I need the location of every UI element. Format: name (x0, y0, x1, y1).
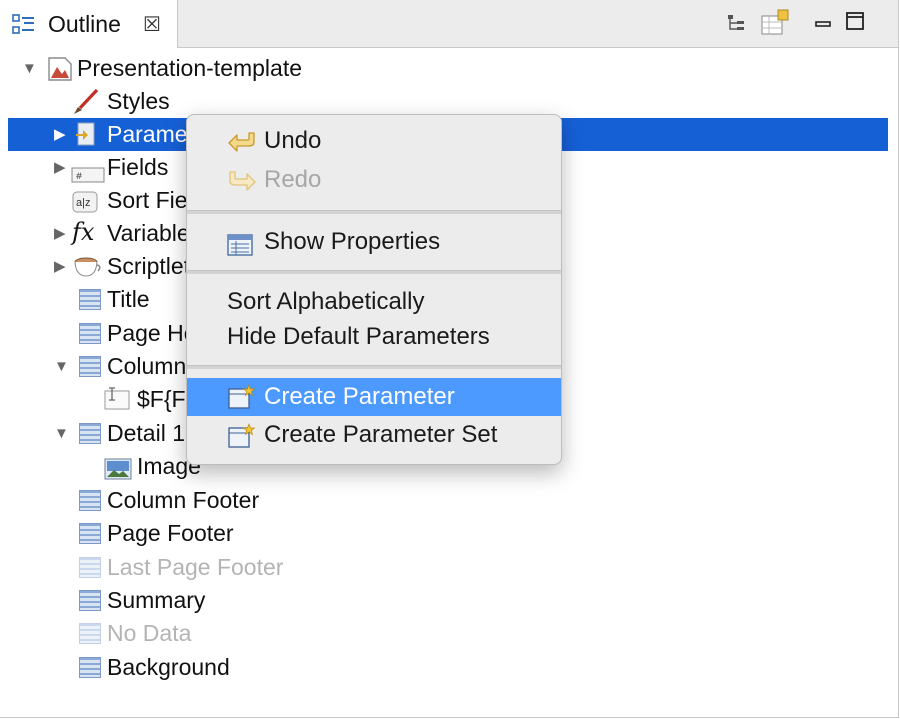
tab-outline[interactable]: Outline ☒ (0, 0, 178, 48)
tab-title: Outline (48, 11, 121, 37)
tree-item-column-footer[interactable]: Column Footer (8, 484, 888, 517)
menu-separator (187, 210, 561, 214)
menu-item-hide-default-parameters[interactable]: Hide Default Parameters (187, 319, 561, 355)
maximize-icon[interactable] (846, 12, 864, 35)
tree-item-page-footer[interactable]: Page Footer (8, 517, 888, 550)
menu-item-label: Create Parameter Set (264, 421, 498, 448)
band-icon (76, 521, 102, 545)
menu-item-create-parameter-set[interactable]: Create Parameter Set (187, 417, 561, 453)
band-icon (76, 354, 102, 378)
tree-item-label: Summary (107, 587, 206, 613)
expand-toggle-icon[interactable]: ▼ (54, 417, 69, 450)
context-menu: Undo Redo Show Properties Sort Alphabeti… (186, 114, 562, 465)
properties-icon (227, 231, 253, 267)
tree-item-label: Styles (107, 88, 170, 114)
tree-item-summary[interactable]: Summary (8, 584, 888, 617)
expand-toggle-icon[interactable]: ▼ (54, 350, 69, 383)
menu-item-label: Redo (264, 166, 322, 193)
band-icon (76, 555, 102, 579)
tree-layout-icon[interactable] (727, 13, 747, 38)
tree-item-label: Detail 1 (107, 420, 185, 446)
undo-icon (227, 129, 257, 165)
expand-toggle-icon[interactable]: ▶ (54, 151, 66, 184)
view-tab-bar: Outline ☒ (0, 0, 898, 48)
band-icon (76, 488, 102, 512)
band-icon (76, 421, 102, 445)
new-parameter-set-icon (227, 423, 256, 460)
tree-item-last-page-footer[interactable]: Last Page Footer (8, 551, 888, 584)
menu-item-redo[interactable]: Redo (187, 162, 561, 198)
svg-text:#: # (76, 172, 82, 183)
band-icon (76, 655, 102, 679)
menu-item-label: Show Properties (264, 228, 441, 255)
expand-toggle-icon[interactable]: ▶ (54, 250, 66, 283)
tree-item-background[interactable]: Background (8, 651, 888, 684)
menu-item-create-parameter[interactable]: Create Parameter (187, 378, 561, 416)
minimize-icon[interactable] (815, 14, 831, 32)
menu-item-show-properties[interactable]: Show Properties (187, 224, 561, 260)
menu-item-label: Create Parameter (264, 383, 455, 410)
svg-text:a|z: a|z (76, 197, 90, 209)
expand-toggle-icon[interactable]: ▶ (54, 217, 66, 250)
band-icon (76, 321, 102, 345)
menu-item-label: Undo (264, 127, 322, 154)
band-icon (76, 588, 102, 612)
tree-item-no-data[interactable]: No Data (8, 617, 888, 650)
tree-item-label: Background (107, 654, 230, 680)
band-icon (76, 287, 102, 311)
menu-item-label: Hide Default Parameters (227, 323, 490, 350)
tree-item-label: Title (107, 286, 150, 312)
expand-toggle-icon[interactable]: ▶ (54, 118, 66, 151)
menu-separator (187, 365, 561, 369)
menu-item-label: Sort Alphabetically (227, 288, 425, 315)
band-icon (76, 621, 102, 645)
tree-item-label: Column Footer (107, 487, 260, 513)
fx-icon: fx (72, 218, 95, 246)
tree-item-label: Fields (107, 154, 169, 180)
tree-item-label: No Data (107, 620, 192, 646)
text-field-icon (103, 386, 131, 421)
tree-item-label: Page Footer (107, 520, 234, 546)
tree-item-label: Last Page Footer (107, 554, 284, 580)
redo-icon (227, 168, 257, 204)
outline-icon (12, 14, 36, 41)
expand-toggle-icon[interactable]: ▼ (22, 52, 37, 85)
close-icon[interactable]: ☒ (143, 12, 161, 37)
filter-icon[interactable] (759, 8, 793, 43)
tree-item-label: Presentation-template (77, 55, 303, 81)
menu-item-sort-alphabetically[interactable]: Sort Alphabetically (187, 284, 561, 320)
menu-item-undo[interactable]: Undo (187, 123, 561, 159)
tree-root[interactable]: ▼ Presentation-template (8, 52, 888, 85)
menu-separator (187, 270, 561, 274)
